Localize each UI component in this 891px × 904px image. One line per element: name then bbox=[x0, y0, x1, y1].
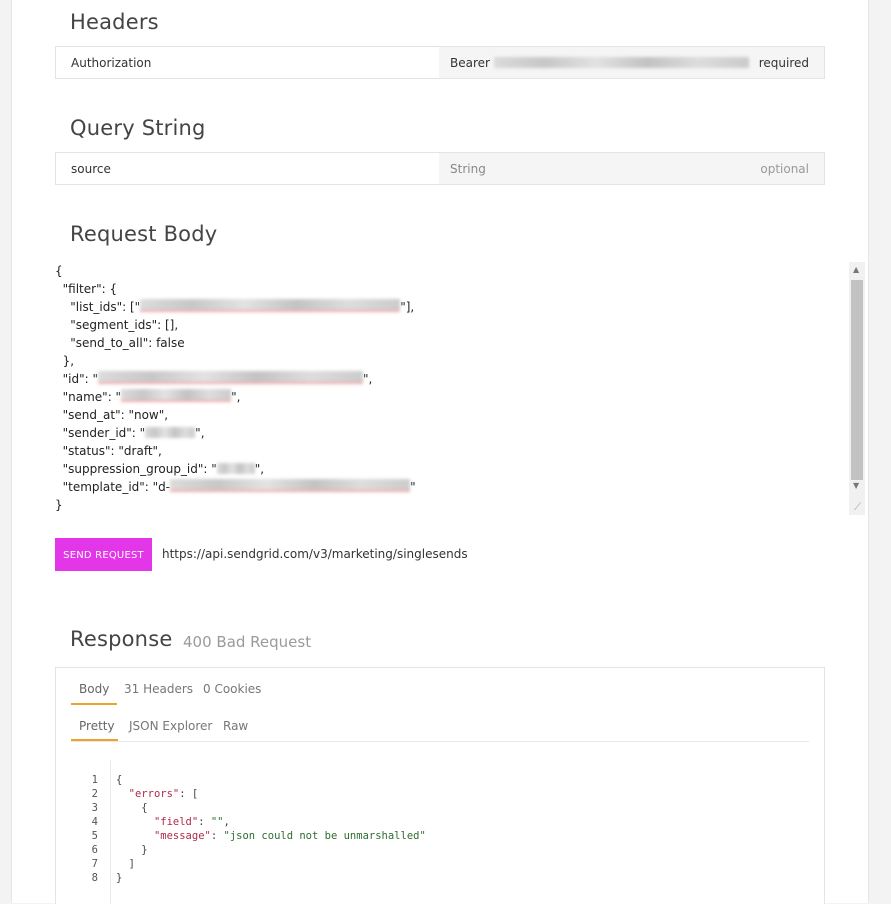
query-param-name: source bbox=[71, 162, 111, 176]
tab-headers[interactable]: 31 Headers bbox=[124, 682, 193, 696]
redacted-template-id bbox=[170, 479, 411, 492]
header-value[interactable]: Bearer bbox=[450, 56, 749, 70]
redacted-suppression-group-id bbox=[216, 463, 255, 474]
code-punct: : [ bbox=[179, 788, 199, 800]
body-line: "send_to_all": false bbox=[55, 336, 185, 350]
line-number: 6 bbox=[91, 844, 98, 856]
code-line: } bbox=[116, 872, 123, 884]
body-text: ", bbox=[231, 390, 241, 404]
body-line: } bbox=[55, 498, 63, 512]
code-line: "message": "json could not be unmarshall… bbox=[153, 830, 426, 842]
json-key: "message" bbox=[153, 830, 211, 842]
body-text: "], bbox=[400, 300, 415, 314]
body-text: "template_id": "d- bbox=[55, 480, 171, 494]
response-status: 400 Bad Request bbox=[183, 633, 312, 651]
body-text: ", bbox=[254, 462, 265, 476]
headers-heading: Headers bbox=[70, 10, 159, 34]
body-line: "template_id": "d- " bbox=[55, 478, 416, 496]
body-line: "suppression_group_id": " ", bbox=[55, 460, 416, 478]
line-number: 3 bbox=[91, 802, 98, 814]
code-line: ] bbox=[116, 858, 135, 870]
body-line: "list_ids": [" "], bbox=[55, 298, 416, 316]
body-line: "segment_ids": [], bbox=[55, 318, 179, 332]
docs-page: Headers Authorization Bearer required Qu… bbox=[11, 0, 869, 904]
tab-pretty[interactable]: Pretty bbox=[79, 719, 115, 733]
tab-raw[interactable]: Raw bbox=[223, 719, 248, 733]
header-name: Authorization bbox=[71, 56, 152, 70]
redacted-name bbox=[121, 389, 232, 402]
response-panel: Body 31 Headers 0 Cookies Pretty JSON Ex… bbox=[55, 667, 825, 904]
body-line: { bbox=[55, 264, 63, 278]
line-number: 7 bbox=[91, 858, 98, 870]
body-text: ", bbox=[363, 372, 373, 386]
line-number: 5 bbox=[91, 830, 98, 842]
scroll-down-arrow-icon[interactable]: ▼ bbox=[853, 481, 859, 490]
request-body-editor[interactable]: { "filter": { "list_ids": [" "], "segment… bbox=[55, 262, 865, 515]
body-line: "status": "draft", bbox=[55, 444, 162, 458]
query-value-placeholder: String bbox=[450, 162, 486, 176]
body-text: ", bbox=[195, 426, 205, 440]
redacted-list-ids bbox=[140, 299, 401, 312]
code-line: { bbox=[116, 802, 148, 814]
optional-label: optional bbox=[760, 162, 809, 176]
query-table-row: source String optional bbox=[55, 152, 825, 185]
required-label: required bbox=[758, 56, 809, 70]
json-string: "json could not be unmarshalled" bbox=[223, 830, 426, 842]
line-number: 8 bbox=[91, 872, 98, 884]
json-key: "errors" bbox=[128, 788, 180, 800]
tab-body-underline bbox=[71, 703, 117, 705]
json-key: "field" bbox=[153, 816, 199, 828]
body-line: }, bbox=[55, 354, 75, 368]
code-punct: } bbox=[141, 844, 148, 856]
headers-table-row: Authorization Bearer required bbox=[55, 46, 825, 79]
body-line: "sender_id": " ", bbox=[55, 424, 416, 442]
scroll-up-arrow-icon[interactable]: ▲ bbox=[853, 265, 859, 274]
code-line: } bbox=[116, 844, 148, 856]
body-text: " bbox=[410, 480, 416, 494]
body-text: "sender_id": " bbox=[55, 426, 146, 440]
resize-grip-icon[interactable]: ⟋ bbox=[854, 502, 861, 513]
header-value-cell[interactable]: Bearer required bbox=[439, 47, 824, 78]
tabs-divider bbox=[71, 741, 809, 742]
tab-body[interactable]: Body bbox=[79, 682, 109, 696]
line-number: 1 bbox=[91, 774, 98, 786]
query-value-input[interactable]: String optional bbox=[439, 153, 824, 184]
tab-cookies[interactable]: 0 Cookies bbox=[203, 682, 261, 696]
body-line: "filter": { bbox=[55, 282, 118, 296]
body-text: "name": " bbox=[55, 390, 122, 404]
bearer-prefix: Bearer bbox=[450, 56, 490, 70]
code-line: { bbox=[116, 774, 123, 786]
tab-json-explorer[interactable]: JSON Explorer bbox=[129, 719, 212, 733]
line-number: 2 bbox=[91, 788, 98, 800]
body-line: "name": " ", bbox=[55, 388, 416, 406]
body-line: "id": " ", bbox=[55, 370, 416, 388]
code-punct: { bbox=[141, 802, 148, 814]
code-line: "errors": [ bbox=[116, 788, 199, 800]
scroll-thumb[interactable] bbox=[851, 280, 863, 480]
request-body-text[interactable]: { "filter": { "list_ids": [" "], "segment… bbox=[55, 262, 416, 514]
code-line: "field": "", bbox=[153, 816, 230, 828]
response-heading: Response bbox=[70, 627, 173, 651]
body-text: "list_ids": [" bbox=[55, 300, 141, 314]
line-number: 4 bbox=[91, 816, 98, 828]
redacted-sender-id bbox=[145, 427, 196, 438]
body-text: "suppression_group_id": " bbox=[55, 462, 217, 476]
redacted-token bbox=[493, 57, 749, 68]
json-string: "" bbox=[210, 816, 224, 828]
request-body-heading: Request Body bbox=[70, 222, 218, 246]
redacted-id bbox=[98, 371, 363, 384]
endpoint-url: https://api.sendgrid.com/v3/marketing/si… bbox=[162, 547, 468, 561]
send-request-button[interactable]: SEND REQUEST bbox=[55, 538, 152, 571]
code-punct: ] bbox=[128, 858, 135, 870]
query-string-heading: Query String bbox=[70, 116, 206, 140]
body-text: "id": " bbox=[55, 372, 98, 386]
body-line: "send_at": "now", bbox=[55, 408, 169, 422]
editor-scrollbar[interactable]: ▲ ▼ bbox=[849, 262, 865, 515]
